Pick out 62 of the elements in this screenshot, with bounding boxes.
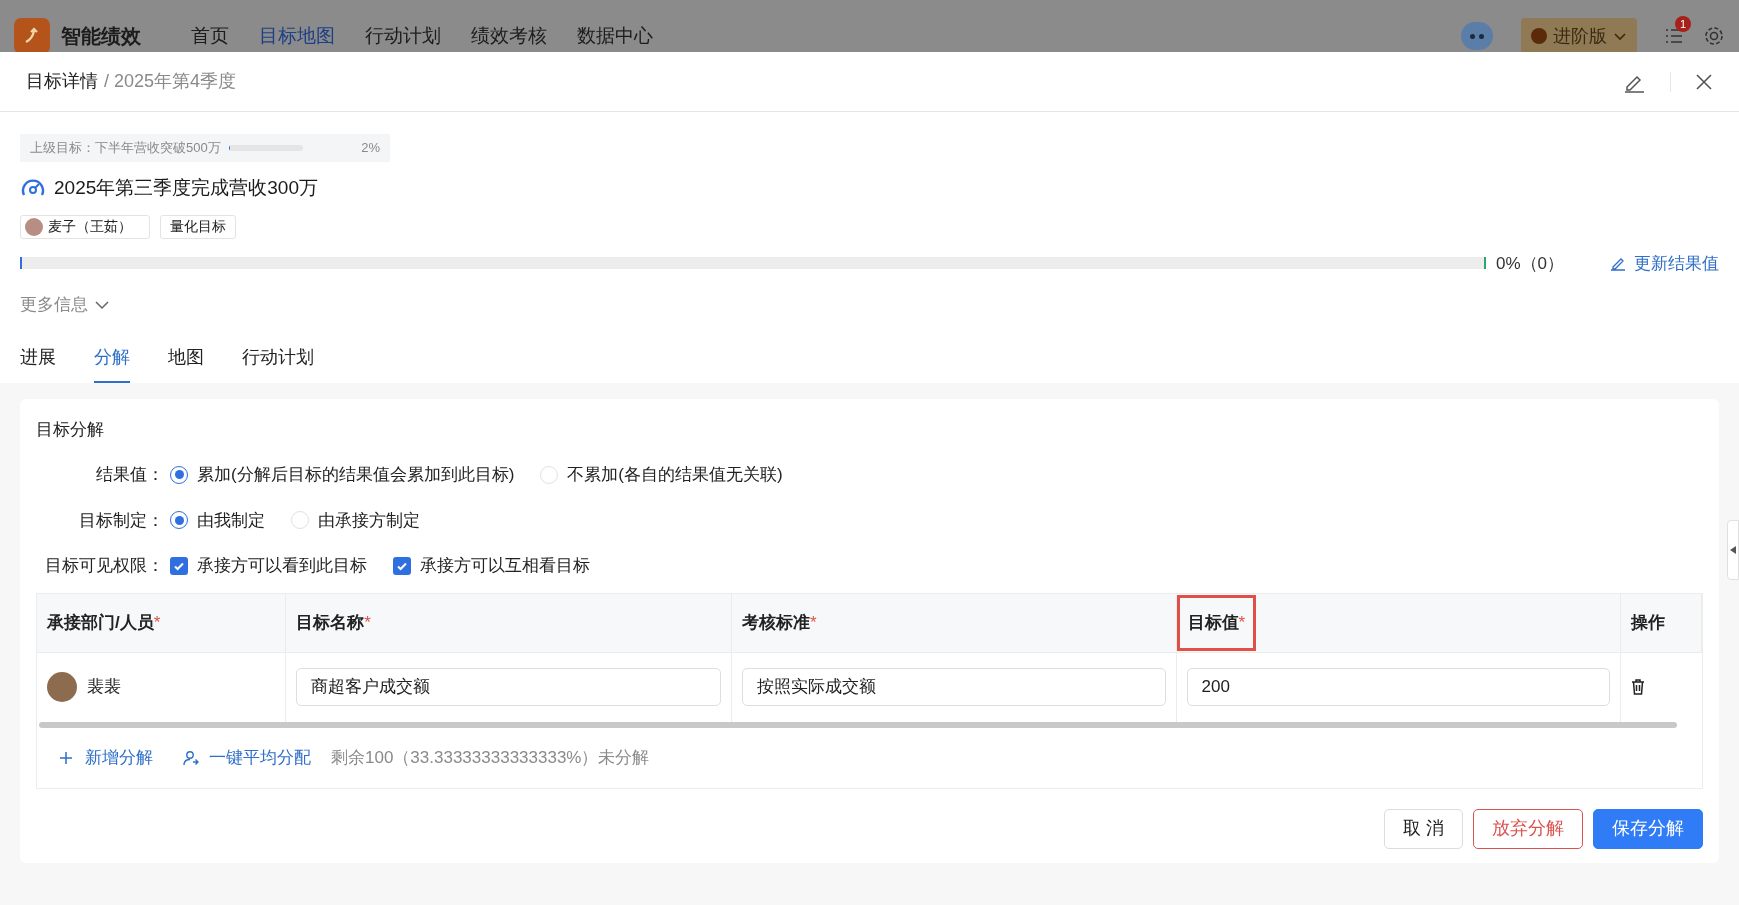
robot-icon[interactable]: [1461, 22, 1493, 50]
radio-option[interactable]: 由我制定: [170, 507, 265, 533]
app-name: 智能绩效: [61, 24, 141, 49]
radio-option[interactable]: 不累加(各自的结果值无关联): [540, 462, 783, 488]
option-label: 目标可见权限：: [44, 555, 164, 577]
save-button[interactable]: 保存分解: [1593, 808, 1703, 849]
goal-title: 2025年第三季度完成营收300万: [54, 176, 318, 200]
collapse-handle[interactable]: [1727, 520, 1739, 580]
discard-button[interactable]: 放弃分解: [1473, 808, 1583, 849]
column-header: 考核标准*: [741, 611, 817, 634]
tab[interactable]: 分解: [94, 343, 130, 383]
checkbox[interactable]: [170, 556, 188, 575]
section-title: 目标分解: [36, 418, 105, 441]
checkbox-option[interactable]: 承接方可以互相看目标: [393, 553, 590, 579]
tab[interactable]: 行动计划: [242, 343, 314, 383]
drawer-title: 目标详情: [26, 70, 98, 93]
parent-goal-label: 上级目标：下半年营收突破500万: [30, 139, 221, 158]
column-header: 目标名称*: [296, 611, 371, 634]
avatar: [47, 672, 77, 702]
owner-tag[interactable]: 麦子（王茹）: [20, 214, 150, 239]
notification-badge: 1: [1675, 16, 1691, 32]
criteria-field[interactable]: 按照实际成交额: [741, 668, 1166, 706]
nav-item[interactable]: 行动计划: [365, 21, 441, 51]
plus-icon: [59, 750, 73, 765]
goal-name-field[interactable]: 商超客户成交额: [296, 668, 721, 706]
avatar: [25, 217, 43, 236]
breadcrumb-subtitle: / 2025年第4季度: [104, 70, 237, 93]
tab[interactable]: 进展: [20, 343, 56, 383]
app-logo-icon: [14, 18, 50, 54]
horizontal-scrollbar[interactable]: [39, 721, 1677, 728]
checkbox-option[interactable]: 承接方可以看到此目标: [170, 553, 367, 579]
checkbox[interactable]: [393, 556, 411, 575]
radio-option[interactable]: 由承接方制定: [291, 507, 420, 533]
assignee-name: 裴裴: [87, 676, 121, 699]
column-header: 操作: [1631, 611, 1666, 634]
column-header: 承接部门/人员*: [47, 611, 161, 634]
nav-item[interactable]: 首页: [191, 21, 229, 51]
type-tag: 量化目标: [160, 214, 236, 239]
nav-item[interactable]: 绩效考核: [471, 21, 547, 51]
option-label: 结果值：: [95, 464, 164, 486]
progress-reading: 0%（0）: [1496, 252, 1565, 275]
remaining-text: 剩余100（33.33333333333333%）未分解: [331, 746, 650, 769]
nav-item[interactable]: 数据中心: [577, 21, 653, 51]
option-label: 目标制定：: [78, 509, 164, 532]
required-mark: *: [1238, 611, 1246, 634]
cancel-button[interactable]: 取 消: [1384, 808, 1463, 849]
radio-option[interactable]: 累加(分解后目标的结果值会累加到此目标): [170, 462, 515, 488]
tab[interactable]: 地图: [168, 343, 204, 383]
required-mark: *: [364, 612, 371, 632]
required-mark: *: [153, 612, 161, 632]
close-icon[interactable]: [1695, 72, 1713, 91]
column-header: 目标值*: [1176, 594, 1257, 651]
user-icon: [183, 749, 199, 766]
more-info-toggle[interactable]: 更多信息: [20, 292, 110, 318]
settings-icon[interactable]: [1703, 25, 1725, 47]
target-value-field[interactable]: 200: [1186, 668, 1611, 706]
required-mark: *: [809, 612, 817, 632]
trash-icon[interactable]: [1631, 679, 1646, 695]
add-decomposition-link[interactable]: 新增分解: [59, 744, 153, 771]
progress-reading: 2%: [361, 139, 380, 158]
update-result-button[interactable]: 更新结果值: [1610, 250, 1719, 276]
distribute-evenly-link[interactable]: 一键平均分配: [183, 744, 311, 771]
